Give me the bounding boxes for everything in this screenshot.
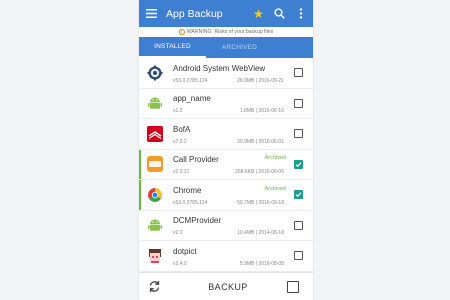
warning-icon: ! [178, 29, 185, 35]
select-checkbox[interactable] [294, 159, 303, 169]
app-size: 30.9MB [237, 138, 255, 145]
app-row[interactable]: app_name v1.2 1.8MB | 2016-06-16 [139, 88, 313, 119]
app-version: v1.2 [173, 108, 183, 115]
app-version: v2.0 [173, 230, 183, 237]
app-row[interactable]: BofA v7.0.2 30.9MB | 2016-06-01 [139, 119, 313, 150]
dotpict-icon [147, 248, 163, 264]
select-checkbox[interactable] [294, 251, 303, 261]
app-name: DCMProvider [173, 216, 222, 226]
app-date: 2016-06-01 [258, 138, 284, 145]
app-date: 2016-08-08 [258, 260, 284, 267]
app-row[interactable]: Chrome v53.0.2785.124 59.7MB | 2016-09-18… [139, 180, 313, 211]
menu-icon[interactable] [143, 6, 159, 22]
callprovider-icon [147, 156, 163, 173]
app-name: Call Provider [173, 155, 219, 165]
bottom-bar: BACKUP [139, 272, 313, 300]
archived-badge: Archived [264, 155, 286, 162]
app-version: v2.4.0 [173, 260, 187, 267]
gear-icon [147, 65, 163, 81]
app-date: 2016-09-18 [258, 199, 284, 206]
app-list: Android System WebView v53.0.2785.124 28.… [139, 58, 313, 272]
app-date: 2016-06-16 [258, 108, 284, 115]
app-size: 5.9MB [239, 260, 255, 267]
app-date: 2016-06-06 [258, 169, 284, 176]
tab-archived[interactable]: ARCHIVED [206, 37, 273, 58]
chrome-icon [147, 187, 163, 203]
select-checkbox[interactable] [294, 98, 303, 108]
search-icon[interactable] [271, 5, 288, 22]
app-row[interactable]: Call Provider v2.0.21 268.6KB | 2016-06-0… [139, 149, 313, 180]
app-bar: App Backup ★ [139, 0, 313, 27]
warning-banner[interactable]: ! WARNING: Risks of your backup files [139, 27, 313, 37]
star-icon[interactable]: ★ [250, 5, 267, 22]
app-name: Android System WebView [173, 63, 266, 73]
archived-badge: Archived [264, 185, 286, 192]
app-version: v53.0.2785.124 [173, 77, 208, 84]
app-name: dotpict [173, 246, 197, 256]
app-name: app_name [173, 94, 211, 104]
more-vert-icon[interactable] [292, 5, 309, 22]
select-checkbox[interactable] [294, 68, 303, 78]
app-version: v53.0.2785.124 [173, 199, 208, 206]
app-size: 59.7MB [237, 199, 255, 206]
app-row[interactable]: Android System WebView v53.0.2785.124 28.… [139, 58, 313, 89]
select-checkbox[interactable] [294, 129, 303, 139]
app-size: 1.8MB [239, 108, 255, 115]
tab-installed[interactable]: INSTALLED [139, 37, 206, 58]
app-date: 2016-09-21 [258, 77, 284, 84]
backup-button[interactable]: BACKUP [169, 273, 287, 300]
tab-bar: INSTALLED ARCHIVED [139, 37, 313, 58]
app-name: BofA [173, 124, 191, 134]
refresh-icon[interactable] [139, 273, 169, 300]
app-version: v2.0.21 [173, 169, 190, 176]
android-icon [147, 217, 163, 233]
select-all-checkbox[interactable] [287, 280, 299, 293]
app-date: 2014-08-18 [258, 230, 284, 237]
app-row[interactable]: DCMProvider v2.0 10.4MB | 2014-08-18 [139, 210, 313, 241]
bofa-icon [147, 125, 163, 142]
app-size: 28.9MB [237, 77, 255, 84]
app-title: App Backup [166, 7, 223, 20]
app-version: v7.0.2 [173, 138, 187, 145]
app-name: Chrome [173, 185, 202, 195]
warning-text: WARNING: Risks of your backup files [186, 29, 274, 35]
app-size: 268.6KB [235, 169, 255, 176]
app-size: 10.4MB [237, 230, 255, 237]
select-checkbox[interactable] [294, 220, 303, 230]
select-checkbox[interactable] [294, 190, 303, 200]
android-icon [147, 95, 163, 111]
app-row[interactable]: dotpict v2.4.0 5.9MB | 2016-08-08 [139, 241, 313, 272]
phone-screen: App Backup ★ ! WARNING: Risks of your ba… [139, 0, 313, 300]
